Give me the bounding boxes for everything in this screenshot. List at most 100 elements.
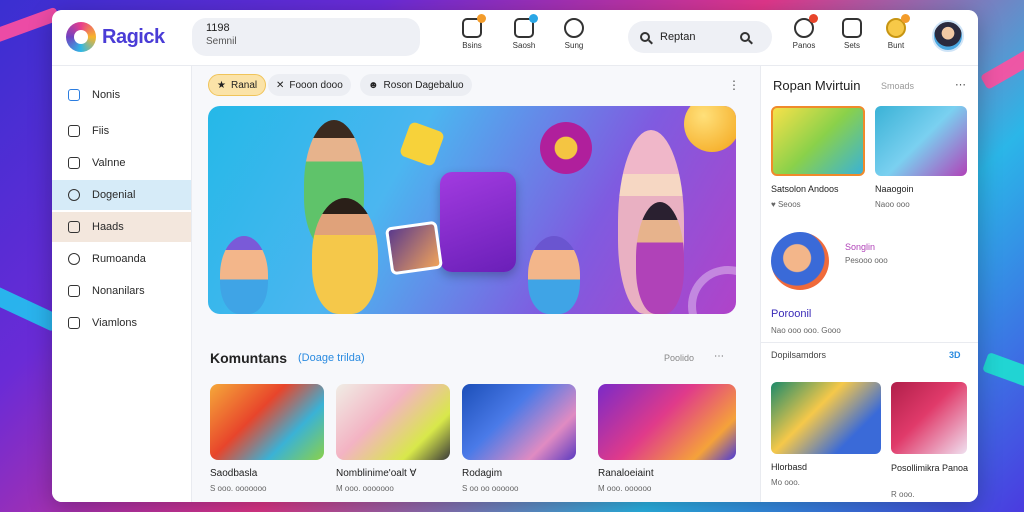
- item-meta: R ooo.: [891, 490, 915, 499]
- video-card[interactable]: Ranaloeiaint M ooo. oooooo: [598, 384, 736, 493]
- notification-badge: [529, 14, 538, 23]
- photo-card: [384, 220, 444, 276]
- bg-stripe: [980, 46, 1024, 90]
- nav-label: Bunt: [887, 41, 905, 50]
- recommended-thumbnail[interactable]: [891, 382, 967, 454]
- chip-ranal[interactable]: ★ Ranal: [208, 74, 267, 96]
- sidebar: Nonis Fiis Valnne Dogenial Haads Rumoand…: [52, 66, 192, 502]
- profile-avatar[interactable]: [771, 232, 829, 290]
- nav-bsins[interactable]: Bsins: [450, 14, 494, 50]
- search-input[interactable]: [660, 31, 740, 43]
- star-icon: ★: [217, 79, 226, 91]
- person-name[interactable]: Songlin: [845, 242, 875, 252]
- chat-icon: [794, 14, 818, 38]
- play-circle-icon: [564, 18, 584, 38]
- heart-badge-decoration: [540, 122, 592, 174]
- panel-subtitle[interactable]: Smoads: [881, 81, 914, 91]
- account-box[interactable]: 1198 Semnil: [192, 18, 420, 56]
- list-count[interactable]: 3D: [949, 350, 961, 360]
- cartoon-character: [220, 236, 268, 314]
- main-content: ★ Ranal ✕ Fooon dooo ☻ Roson Dagebaluo ⋮ Ko…: [192, 66, 760, 502]
- sidebar-item-label: Viamlons: [92, 317, 138, 329]
- more-menu-icon[interactable]: ⋮: [728, 78, 740, 92]
- notification-badge: [809, 14, 818, 23]
- video-card[interactable]: Saodbasla S ooo. ooooooo: [210, 384, 324, 493]
- sidebar-item-nonanilars[interactable]: Nonanilars: [52, 276, 191, 306]
- card-title: Nomblinime'oalt ∀: [336, 468, 417, 479]
- card-meta: M ooo. oooooo: [598, 484, 652, 493]
- user-avatar[interactable]: [932, 20, 964, 52]
- item-meta: Mo ooo.: [771, 478, 800, 487]
- nav-bunt[interactable]: Bunt: [874, 14, 918, 50]
- search-bar[interactable]: [628, 21, 772, 53]
- sidebar-item-rumoanda[interactable]: Rumoanda: [52, 244, 191, 274]
- section-meta: Nao ooo ooo. Gooo: [771, 326, 841, 335]
- sidebar-item-dogenial[interactable]: Dogenial: [52, 180, 191, 210]
- more-menu-icon[interactable]: ⋯: [714, 351, 724, 362]
- more-menu-icon[interactable]: ⋯: [955, 78, 966, 91]
- nav-label: Sung: [564, 41, 584, 50]
- sun-decoration: [398, 120, 446, 168]
- sidebar-item-label: Valnne: [92, 157, 126, 169]
- logo-text: Ragick: [102, 25, 165, 48]
- recommended-thumbnail[interactable]: [771, 382, 881, 454]
- sidebar-item-haads[interactable]: Haads: [52, 212, 191, 242]
- search-submit-icon[interactable]: [740, 32, 750, 42]
- nav-label: Panos: [792, 41, 816, 50]
- nav-panos[interactable]: Panos: [782, 14, 826, 50]
- music-app-card: [440, 172, 516, 272]
- account-number: 1198: [206, 22, 230, 34]
- app-window: Ragick 1198 Semnil Bsins Saosh Sung Pano…: [52, 10, 978, 502]
- video-card[interactable]: Nomblinime'oalt ∀ M ooo. ooooooo: [336, 384, 450, 493]
- bell-icon: [462, 14, 486, 38]
- sidebar-item-label: Nonis: [92, 89, 121, 101]
- person-meta: Pesooo ooo: [845, 256, 888, 265]
- sidebar-item-label: Rumoanda: [92, 253, 146, 265]
- sidebar-item-nonis[interactable]: Nonis: [52, 80, 191, 110]
- notification-badge: [901, 14, 910, 23]
- bg-stripe: [0, 6, 60, 48]
- card-meta: S oo oo oooooo: [462, 484, 519, 493]
- item-title: Hlorbasd: [771, 462, 808, 472]
- account-label: Semnil: [206, 36, 237, 47]
- sidebar-item-label: Nonanilars: [92, 285, 145, 297]
- app-logo[interactable]: Ragick: [66, 22, 165, 52]
- featured-thumbnail[interactable]: [875, 106, 967, 176]
- nav-sung[interactable]: Sung: [552, 18, 596, 50]
- item-title: Posollimikra Panoa: [891, 463, 969, 473]
- card-title: Rodagim: [462, 468, 503, 479]
- sidebar-item-viamlons[interactable]: Viamlons: [52, 308, 191, 338]
- video-thumbnail: [462, 384, 576, 460]
- sidebar-item-valnne[interactable]: Valnne: [52, 148, 191, 178]
- house-icon: [68, 125, 80, 137]
- item-meta: Naoo ooo: [875, 200, 910, 209]
- nav-label: Sets: [843, 41, 860, 50]
- video-thumbnail: [336, 384, 450, 460]
- section-link[interactable]: (Doage trilda): [298, 352, 365, 364]
- bookmark-icon: [68, 285, 80, 297]
- section-more-link[interactable]: Poolido: [664, 353, 694, 363]
- search-icon: [640, 32, 650, 42]
- bg-stripe: [982, 352, 1024, 388]
- nav-label: Bsins: [462, 41, 482, 50]
- top-header: Ragick 1198 Semnil Bsins Saosh Sung Pano…: [52, 10, 978, 66]
- gift-icon: [842, 18, 862, 38]
- nav-saosh[interactable]: Saosh: [502, 14, 546, 50]
- sidebar-item-label: Dogenial: [92, 189, 136, 201]
- chip-roson[interactable]: ☻ Roson Dagebaluo: [360, 74, 472, 96]
- logo-icon: [66, 22, 96, 52]
- sidebar-item-fiis[interactable]: Fiis: [52, 116, 191, 146]
- panel-title: Ropan Mvirtuin: [773, 78, 861, 93]
- featured-thumbnail[interactable]: [771, 106, 865, 176]
- video-card[interactable]: Rodagim S oo oo oooooo: [462, 384, 576, 493]
- section-label: Poroonil: [771, 308, 812, 320]
- nav-sets[interactable]: Sets: [830, 18, 874, 50]
- card-meta: M ooo. ooooooo: [336, 484, 394, 493]
- chip-fooon-dooo[interactable]: ✕ Fooon dooo: [268, 74, 351, 96]
- hero-banner[interactable]: [208, 106, 736, 314]
- folder-icon: [68, 157, 80, 169]
- user-icon: ☻: [368, 79, 379, 91]
- video-thumbnail: [598, 384, 736, 460]
- list-label: Dopilsamdors: [771, 350, 827, 360]
- card-title: Saodbasla: [210, 468, 258, 479]
